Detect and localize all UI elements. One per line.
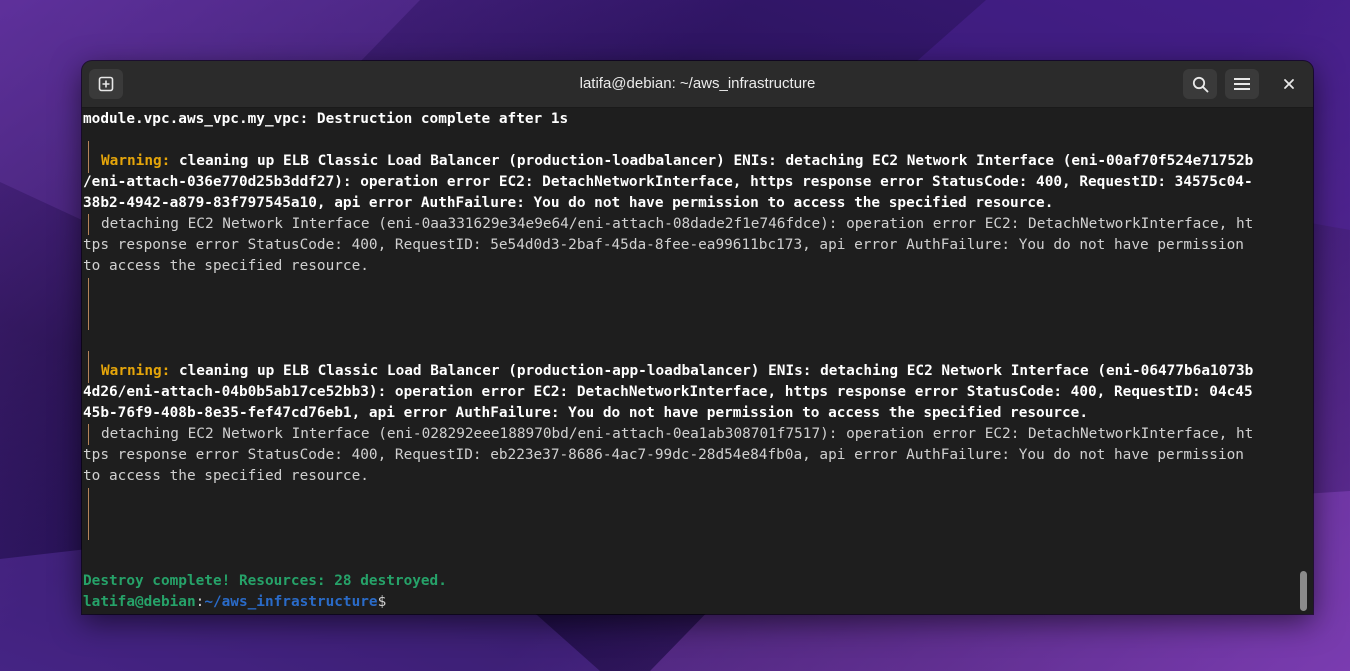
detail-gutter-bar (88, 488, 89, 540)
window-title: latifa@debian: ~/aws_infrastructure (579, 75, 816, 92)
warning-label: Warning: (101, 363, 179, 379)
terminal-line: detaching EC2 Network Interface (eni-028… (101, 426, 1254, 442)
warning-label: Warning: (101, 153, 179, 169)
search-icon (1192, 76, 1208, 92)
terminal-line: 4d26/eni-attach-04b0b5ab17ce52bb3): oper… (83, 384, 1253, 400)
hamburger-menu-icon (1234, 78, 1250, 90)
terminal-line: to access the specified resource. (83, 468, 369, 484)
terminal-line: to access the specified resource. (83, 258, 369, 274)
warning-line: Warning: cleaning up ELB Classic Load Ba… (83, 361, 1253, 382)
warning-line: Warning: cleaning up ELB Classic Load Ba… (83, 151, 1253, 172)
title-bar[interactable]: latifa@debian: ~/aws_infrastructure (82, 61, 1313, 108)
new-tab-icon (98, 76, 114, 92)
scrollbar-thumb[interactable] (1300, 571, 1307, 611)
terminal-line: tps response error StatusCode: 400, Requ… (83, 447, 1244, 463)
terminal-window: latifa@debian: ~/aws_infrastructure modu… (82, 61, 1313, 614)
detail-gutter-bar (88, 278, 89, 330)
menu-button[interactable] (1225, 69, 1259, 99)
prompt-path: ~/aws_infrastructure (204, 594, 378, 610)
terminal-line: module.vpc.aws_vpc.my_vpc: Destruction c… (83, 111, 569, 127)
close-icon (1284, 79, 1294, 89)
close-button[interactable] (1273, 69, 1305, 99)
terminal-line: 38b2-4942-a879-83f797545a10, api error A… (83, 195, 1054, 211)
prompt-separator: : (195, 594, 205, 610)
search-button[interactable] (1183, 69, 1217, 99)
prompt-symbol: $ (377, 594, 387, 610)
warning-text: cleaning up ELB Classic Load Balancer (p… (178, 153, 1254, 169)
terminal-line: detaching EC2 Network Interface (eni-0aa… (101, 216, 1254, 232)
warning-text: cleaning up ELB Classic Load Balancer (p… (178, 363, 1254, 379)
destroy-summary-line: Destroy complete! Resources: 28 destroye… (83, 573, 447, 589)
prompt-user-host: latifa@debian (83, 594, 196, 610)
terminal-line: /eni-attach-036e770d25b3ddf27): operatio… (83, 174, 1253, 190)
terminal-line: 45b-76f9-408b-8e35-fef47cd76eb1, api err… (83, 405, 1089, 421)
terminal-output[interactable]: module.vpc.aws_vpc.my_vpc: Destruction c… (82, 108, 1298, 614)
terminal-line: tps response error StatusCode: 400, Requ… (83, 237, 1244, 253)
new-tab-button[interactable] (89, 69, 123, 99)
shell-prompt[interactable]: latifa@debian:~/aws_infrastructure$ (83, 592, 386, 613)
